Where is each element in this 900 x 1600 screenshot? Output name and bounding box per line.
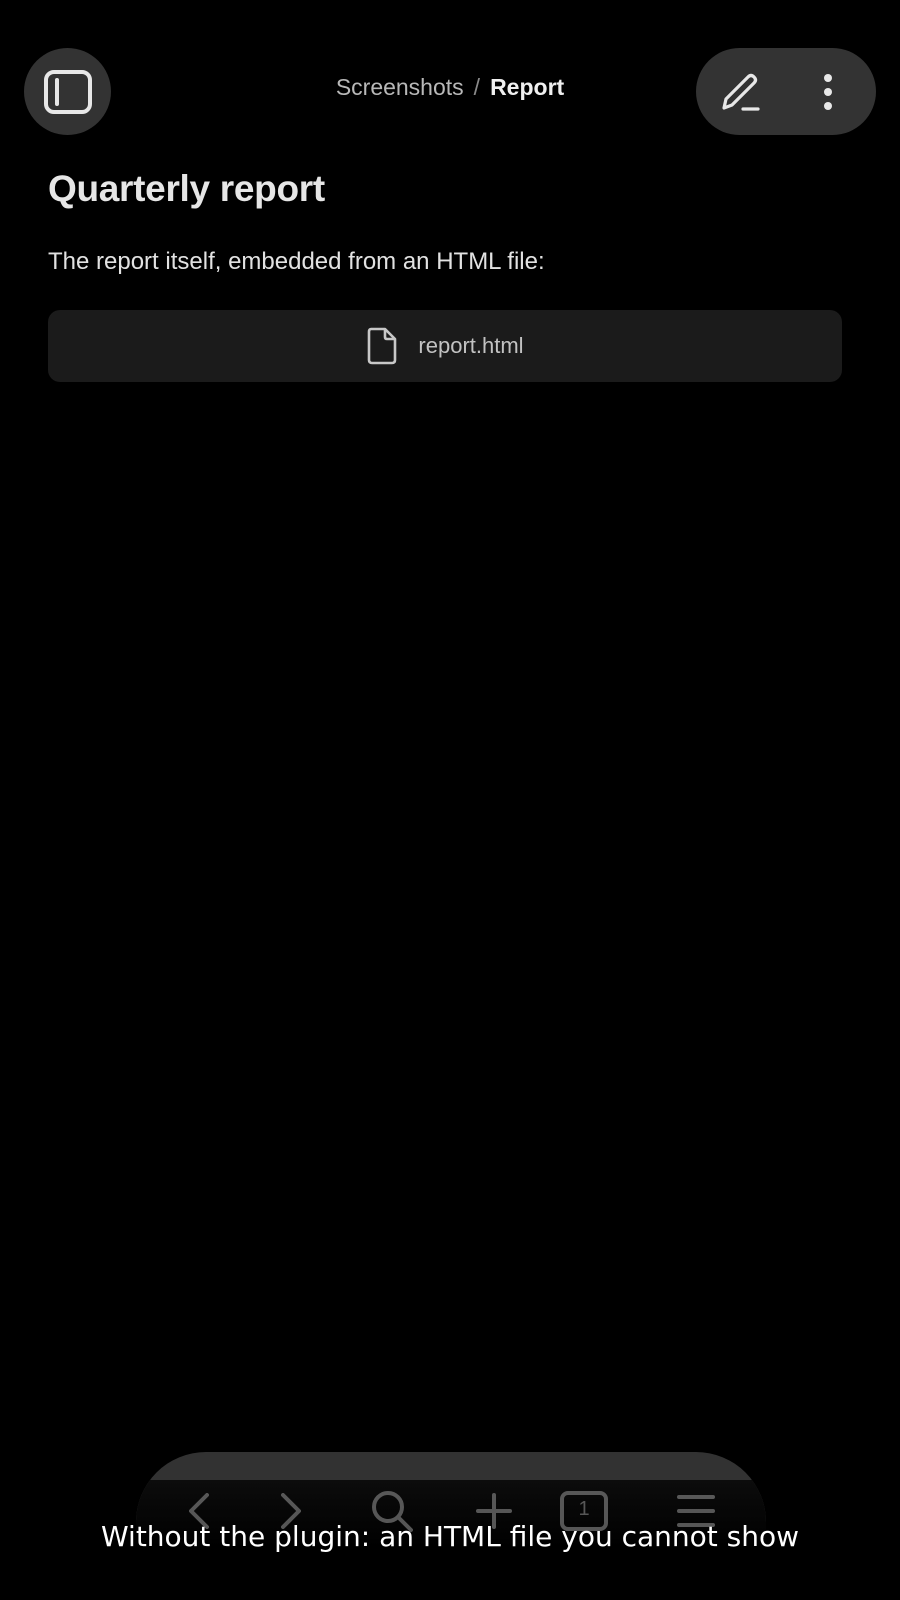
pencil-icon bbox=[716, 68, 764, 116]
more-vertical-icon bbox=[822, 72, 834, 112]
breadcrumb-separator: / bbox=[473, 74, 481, 100]
file-icon bbox=[366, 327, 398, 365]
edit-button[interactable] bbox=[714, 66, 766, 118]
breadcrumb-current: Report bbox=[490, 74, 565, 100]
breadcrumb-parent-link[interactable]: Screenshots bbox=[336, 74, 464, 100]
page-title: Quarterly report bbox=[48, 168, 325, 209]
action-pill bbox=[696, 48, 876, 135]
app-screen: Screenshots / Report Quarterly report Th… bbox=[0, 0, 900, 1600]
intro-text: The report itself, embedded from an HTML… bbox=[48, 248, 545, 275]
tab-count: 1 bbox=[578, 1498, 590, 1520]
more-options-button[interactable] bbox=[806, 66, 850, 118]
embedded-file[interactable]: report.html bbox=[48, 310, 842, 382]
caption-text: Without the plugin: an HTML file you can… bbox=[100, 1520, 800, 1553]
embedded-file-name: report.html bbox=[418, 333, 524, 358]
